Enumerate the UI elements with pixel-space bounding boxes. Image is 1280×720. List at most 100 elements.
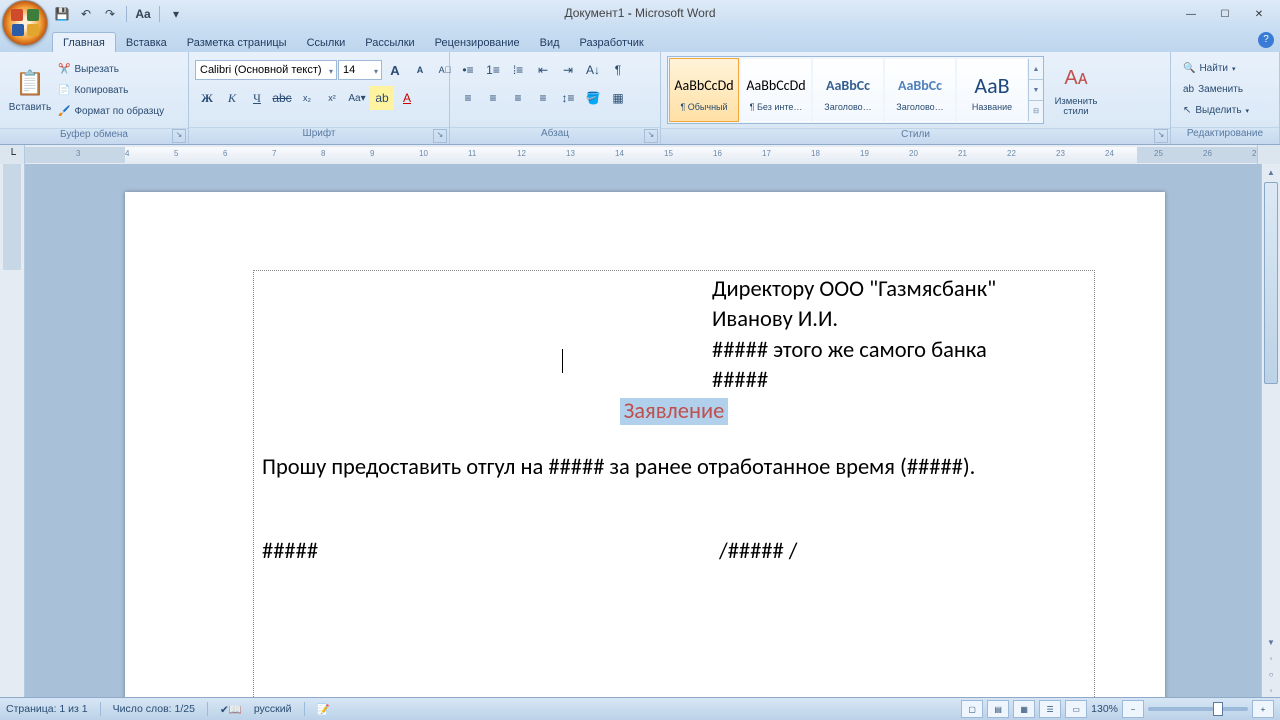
- strike-button[interactable]: abc: [270, 86, 294, 110]
- status-language[interactable]: русский: [254, 703, 292, 715]
- zoom-knob[interactable]: [1213, 702, 1223, 716]
- undo-button[interactable]: ↶: [76, 4, 96, 24]
- brush-icon: 🖌️: [58, 106, 70, 117]
- next-page-button[interactable]: ◦: [1262, 682, 1280, 698]
- change-case-button[interactable]: Aa▾: [345, 86, 369, 110]
- quick-access-toolbar: 💾 ↶ ↷ Aa ▾: [52, 0, 186, 28]
- zoom-level[interactable]: 130%: [1091, 703, 1118, 715]
- tab-insert[interactable]: Вставка: [116, 33, 177, 52]
- help-button[interactable]: ?: [1258, 32, 1274, 48]
- shrink-font-button[interactable]: A: [408, 58, 432, 82]
- paste-button[interactable]: 📋 Вставить: [6, 54, 54, 126]
- web-view[interactable]: ▦: [1013, 700, 1035, 718]
- text-cursor: [562, 349, 563, 373]
- scroll-up-button[interactable]: ▲: [1262, 164, 1280, 180]
- save-button[interactable]: 💾: [52, 4, 72, 24]
- style-title[interactable]: AaBНазвание: [957, 58, 1027, 122]
- vertical-scrollbar[interactable]: ▲ ▼ ◦ ○ ◦: [1261, 164, 1280, 698]
- prev-page-button[interactable]: ◦: [1262, 650, 1280, 666]
- borders-button[interactable]: ▦: [606, 86, 630, 110]
- multilevel-button[interactable]: ⁞≡: [506, 58, 530, 82]
- status-words[interactable]: Число слов: 1/25: [113, 703, 195, 715]
- group-label-clipboard: Буфер обмена↘: [0, 128, 188, 144]
- styles-scroll[interactable]: ▲▼⊟: [1028, 59, 1043, 121]
- scrollbar-thumb[interactable]: [1264, 182, 1278, 384]
- shading-button[interactable]: 🪣: [581, 86, 605, 110]
- tab-layout[interactable]: Разметка страницы: [177, 33, 297, 52]
- clipboard-launcher[interactable]: ↘: [172, 129, 186, 143]
- outline-view[interactable]: ☰: [1039, 700, 1061, 718]
- show-marks-button[interactable]: ¶: [606, 58, 630, 82]
- tab-developer[interactable]: Разработчик: [570, 33, 654, 52]
- print-layout-view[interactable]: ▢: [961, 700, 983, 718]
- spellcheck-icon[interactable]: ✔📖: [220, 703, 242, 716]
- align-justify-button[interactable]: ≡: [531, 86, 555, 110]
- font-color-button[interactable]: A: [395, 86, 419, 110]
- font-launcher[interactable]: ↘: [433, 129, 447, 143]
- tab-mailings[interactable]: Рассылки: [355, 33, 424, 52]
- styles-launcher[interactable]: ↘: [1154, 129, 1168, 143]
- indent-decrease-button[interactable]: ⇤: [531, 58, 555, 82]
- numbering-button[interactable]: 1≡: [481, 58, 505, 82]
- fullscreen-view[interactable]: ▤: [987, 700, 1009, 718]
- copy-button[interactable]: 📄Копировать: [56, 80, 166, 100]
- draft-view[interactable]: ▭: [1065, 700, 1087, 718]
- font-name-dropdown[interactable]: Calibri (Основной текст): [195, 60, 337, 80]
- underline-button[interactable]: Ч: [245, 86, 269, 110]
- highlight-button[interactable]: ab: [370, 86, 394, 110]
- style-no-spacing[interactable]: AaBbCcDd¶ Без инте…: [741, 58, 811, 122]
- doc-title: Заявление: [262, 397, 1086, 427]
- font-size-dropdown[interactable]: 14: [338, 60, 382, 80]
- selected-text: Заявление: [620, 398, 729, 425]
- zoom-out-button[interactable]: −: [1122, 700, 1144, 718]
- bold-button[interactable]: Ж: [195, 86, 219, 110]
- align-left-button[interactable]: ≡: [456, 86, 480, 110]
- change-styles-button[interactable]: Aᴀ Изменить стили: [1046, 54, 1106, 126]
- styles-gallery[interactable]: AaBbCcDd¶ Обычный AaBbCcDd¶ Без инте… Aa…: [667, 56, 1044, 124]
- track-changes-icon[interactable]: 📝: [317, 703, 330, 716]
- tab-selector[interactable]: └: [0, 145, 25, 165]
- tab-view[interactable]: Вид: [530, 33, 570, 52]
- vertical-ruler[interactable]: [0, 164, 25, 698]
- close-button[interactable]: ✕: [1242, 4, 1276, 24]
- style-heading2[interactable]: AaBbCcЗаголово…: [885, 58, 955, 122]
- replace-button[interactable]: abЗаменить: [1181, 80, 1251, 100]
- cut-button[interactable]: ✂️Вырезать: [56, 59, 166, 79]
- status-page[interactable]: Страница: 1 из 1: [6, 703, 88, 715]
- zoom-in-button[interactable]: +: [1252, 700, 1274, 718]
- maximize-button[interactable]: ☐: [1208, 4, 1242, 24]
- change-styles-icon: Aᴀ: [1060, 63, 1092, 95]
- italic-button[interactable]: К: [220, 86, 244, 110]
- superscript-button[interactable]: x²: [320, 86, 344, 110]
- paragraph-launcher[interactable]: ↘: [644, 129, 658, 143]
- page-content[interactable]: Директору ООО "Газмясбанк" Иванову И.И. …: [253, 270, 1095, 698]
- qat-separator: [159, 6, 160, 22]
- minimize-button[interactable]: —: [1174, 4, 1208, 24]
- indent-increase-button[interactable]: ⇥: [556, 58, 580, 82]
- sort-button[interactable]: A↓: [581, 58, 605, 82]
- font-dialog-button[interactable]: Aa: [133, 4, 153, 24]
- format-painter-button[interactable]: 🖌️Формат по образцу: [56, 101, 166, 121]
- horizontal-ruler[interactable]: 3456789101112131415161718192021222324252…: [25, 147, 1257, 163]
- grow-font-button[interactable]: A: [383, 58, 407, 82]
- document-scroll[interactable]: Директору ООО "Газмясбанк" Иванову И.И. …: [25, 164, 1261, 698]
- style-heading1[interactable]: AaBbCcЗаголово…: [813, 58, 883, 122]
- page[interactable]: Директору ООО "Газмясбанк" Иванову И.И. …: [125, 192, 1165, 698]
- tab-review[interactable]: Рецензирование: [425, 33, 530, 52]
- bullets-button[interactable]: •≡: [456, 58, 480, 82]
- select-button[interactable]: ↖Выделить ▾: [1181, 101, 1251, 121]
- browse-object-button[interactable]: ○: [1262, 666, 1280, 682]
- align-right-button[interactable]: ≡: [506, 86, 530, 110]
- tab-references[interactable]: Ссылки: [297, 33, 356, 52]
- style-normal[interactable]: AaBbCcDd¶ Обычный: [669, 58, 739, 122]
- office-button[interactable]: [2, 0, 48, 46]
- qat-customize-button[interactable]: ▾: [166, 4, 186, 24]
- zoom-slider[interactable]: [1148, 707, 1248, 711]
- scroll-down-button[interactable]: ▼: [1262, 634, 1280, 650]
- subscript-button[interactable]: x₂: [295, 86, 319, 110]
- find-button[interactable]: 🔍Найти ▾: [1181, 59, 1251, 79]
- redo-button[interactable]: ↷: [100, 4, 120, 24]
- align-center-button[interactable]: ≡: [481, 86, 505, 110]
- line-spacing-button[interactable]: ↕≡: [556, 86, 580, 110]
- tab-home[interactable]: Главная: [52, 32, 116, 52]
